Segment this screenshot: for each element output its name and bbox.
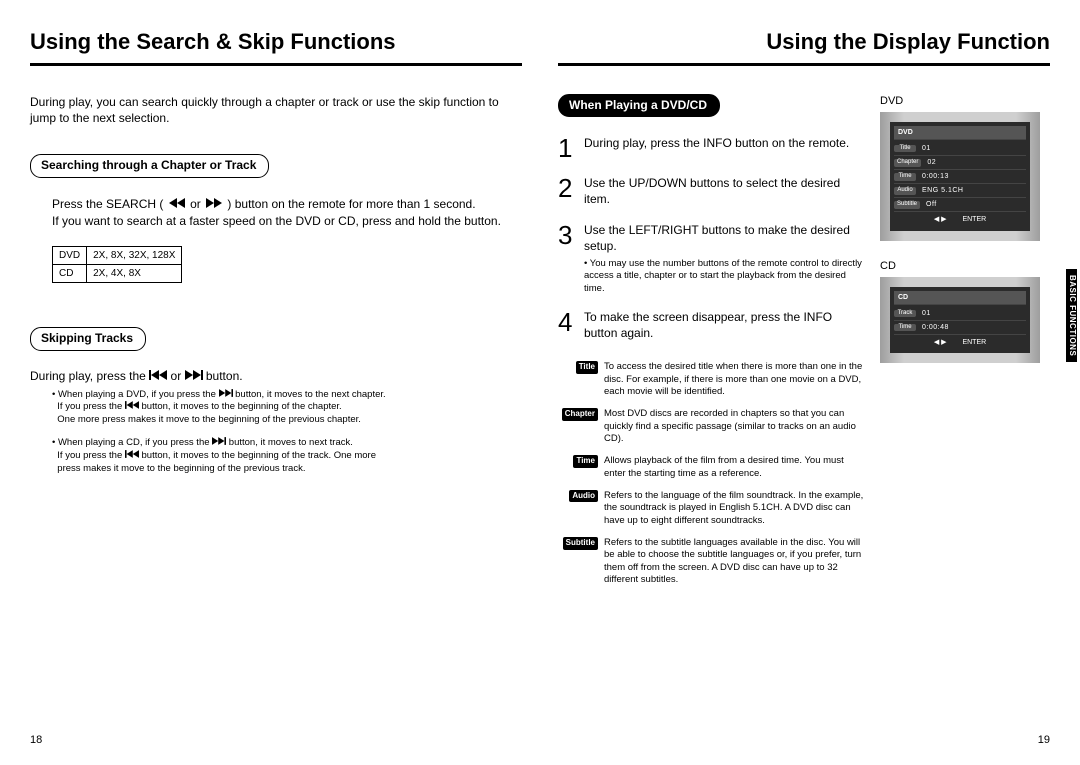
step-text: Use the UP/DOWN buttons to select the de… bbox=[584, 175, 866, 207]
def-text: Refers to the subtitle languages availab… bbox=[604, 537, 866, 586]
when-playing-label: When Playing a DVD/CD bbox=[558, 94, 720, 118]
panel-header: CD bbox=[894, 291, 1026, 305]
step-number: 2 bbox=[558, 175, 576, 207]
cd-label: CD bbox=[880, 259, 1050, 273]
speed-table: DVD 2X, 8X, 32X, 128X CD 2X, 4X, 8X bbox=[52, 246, 182, 283]
search-text-2: ) button on the remote for more than 1 s… bbox=[227, 197, 475, 211]
skip-note-1: • When playing a DVD, if you press the b… bbox=[30, 389, 522, 427]
step-text: To make the screen disappear, press the … bbox=[584, 309, 866, 341]
title-rule bbox=[30, 63, 522, 66]
dvd-label: DVD bbox=[880, 94, 1050, 108]
step-number: 1 bbox=[558, 135, 576, 161]
def-time: Time Allows playback of the film from a … bbox=[558, 455, 866, 480]
table-cell: DVD bbox=[53, 247, 87, 265]
step-text: During play, press the INFO button on th… bbox=[584, 135, 849, 161]
audio-icon: Audio bbox=[569, 490, 598, 502]
page-number-left: 18 bbox=[30, 733, 42, 747]
def-chapter: Chapter Most DVD discs are recorded in c… bbox=[558, 408, 866, 445]
skip-back-icon bbox=[125, 450, 139, 461]
right-main-column: When Playing a DVD/CD 1 During play, pre… bbox=[558, 94, 866, 597]
title-rule bbox=[558, 63, 1050, 66]
def-text: To access the desired title when there i… bbox=[604, 361, 866, 398]
fastforward-icon bbox=[204, 197, 227, 211]
right-side-column: DVD DVD Title01 Chapter02 Time0:00:13 Au… bbox=[880, 94, 1050, 597]
page-number-right: 19 bbox=[1038, 733, 1050, 747]
skip-body: During play, press the or button. bbox=[30, 369, 522, 385]
side-tab: BASIC FUNCTIONS bbox=[1066, 269, 1080, 362]
page-title-right: Using the Display Function bbox=[558, 28, 1050, 59]
skip-text-2: button. bbox=[206, 369, 243, 383]
right-page: Using the Display Function When Playing … bbox=[540, 0, 1080, 765]
def-text: Allows playback of the film from a desir… bbox=[604, 455, 866, 480]
skip-fwd-icon bbox=[185, 369, 206, 383]
skip-fwd-icon bbox=[212, 437, 226, 448]
time-icon: Time bbox=[573, 455, 598, 467]
step-3: 3 Use the LEFT/RIGHT buttons to make the… bbox=[558, 222, 866, 295]
step-1: 1 During play, press the INFO button on … bbox=[558, 135, 866, 161]
def-text: Refers to the language of the film sound… bbox=[604, 490, 866, 527]
skip-back-icon bbox=[125, 401, 139, 412]
subtitle-icon: Subtitle bbox=[563, 537, 598, 549]
def-text: Most DVD discs are recorded in chapters … bbox=[604, 408, 866, 445]
skip-section-label: Skipping Tracks bbox=[30, 327, 146, 351]
cd-display-panel: CD Track01 Time0:00:48 ◀ ▶ ENTER bbox=[880, 277, 1040, 363]
def-audio: Audio Refers to the language of the film… bbox=[558, 490, 866, 527]
search-section-label: Searching through a Chapter or Track bbox=[30, 154, 269, 178]
intro-text: During play, you can search quickly thro… bbox=[30, 94, 522, 126]
step-4: 4 To make the screen disappear, press th… bbox=[558, 309, 866, 341]
rewind-icon bbox=[167, 197, 190, 211]
step-2: 2 Use the UP/DOWN buttons to select the … bbox=[558, 175, 866, 207]
skip-section: Skipping Tracks During play, press the o… bbox=[30, 327, 522, 475]
table-cell: CD bbox=[53, 265, 87, 283]
def-title: Title To access the desired title when t… bbox=[558, 361, 866, 398]
search-text-3: If you want to search at a faster speed … bbox=[52, 214, 501, 228]
skip-or: or bbox=[171, 369, 185, 383]
skip-fwd-icon bbox=[219, 389, 233, 400]
chapter-icon: Chapter bbox=[562, 408, 598, 420]
def-subtitle: Subtitle Refers to the subtitle language… bbox=[558, 537, 866, 586]
table-cell: 2X, 8X, 32X, 128X bbox=[87, 247, 182, 265]
step-number: 3 bbox=[558, 222, 576, 295]
title-icon: Title bbox=[576, 361, 598, 373]
skip-text-1: During play, press the bbox=[30, 369, 149, 383]
table-cell: 2X, 4X, 8X bbox=[87, 265, 182, 283]
search-text-1: Press the SEARCH ( bbox=[52, 197, 163, 211]
search-or: or bbox=[190, 197, 204, 211]
dvd-display-panel: DVD Title01 Chapter02 Time0:00:13 AudioE… bbox=[880, 112, 1040, 241]
search-body: Press the SEARCH ( or ) button on the re… bbox=[30, 196, 522, 231]
skip-back-icon bbox=[149, 369, 170, 383]
step3-note: • You may use the number buttons of the … bbox=[584, 258, 866, 295]
panel-header: DVD bbox=[894, 126, 1026, 140]
step-text: Use the LEFT/RIGHT buttons to make the d… bbox=[584, 222, 866, 295]
step-number: 4 bbox=[558, 309, 576, 341]
skip-note-2: • When playing a CD, if you press the bu… bbox=[30, 437, 522, 475]
page-title-left: Using the Search & Skip Functions bbox=[30, 28, 522, 59]
left-page: Using the Search & Skip Functions During… bbox=[0, 0, 540, 765]
